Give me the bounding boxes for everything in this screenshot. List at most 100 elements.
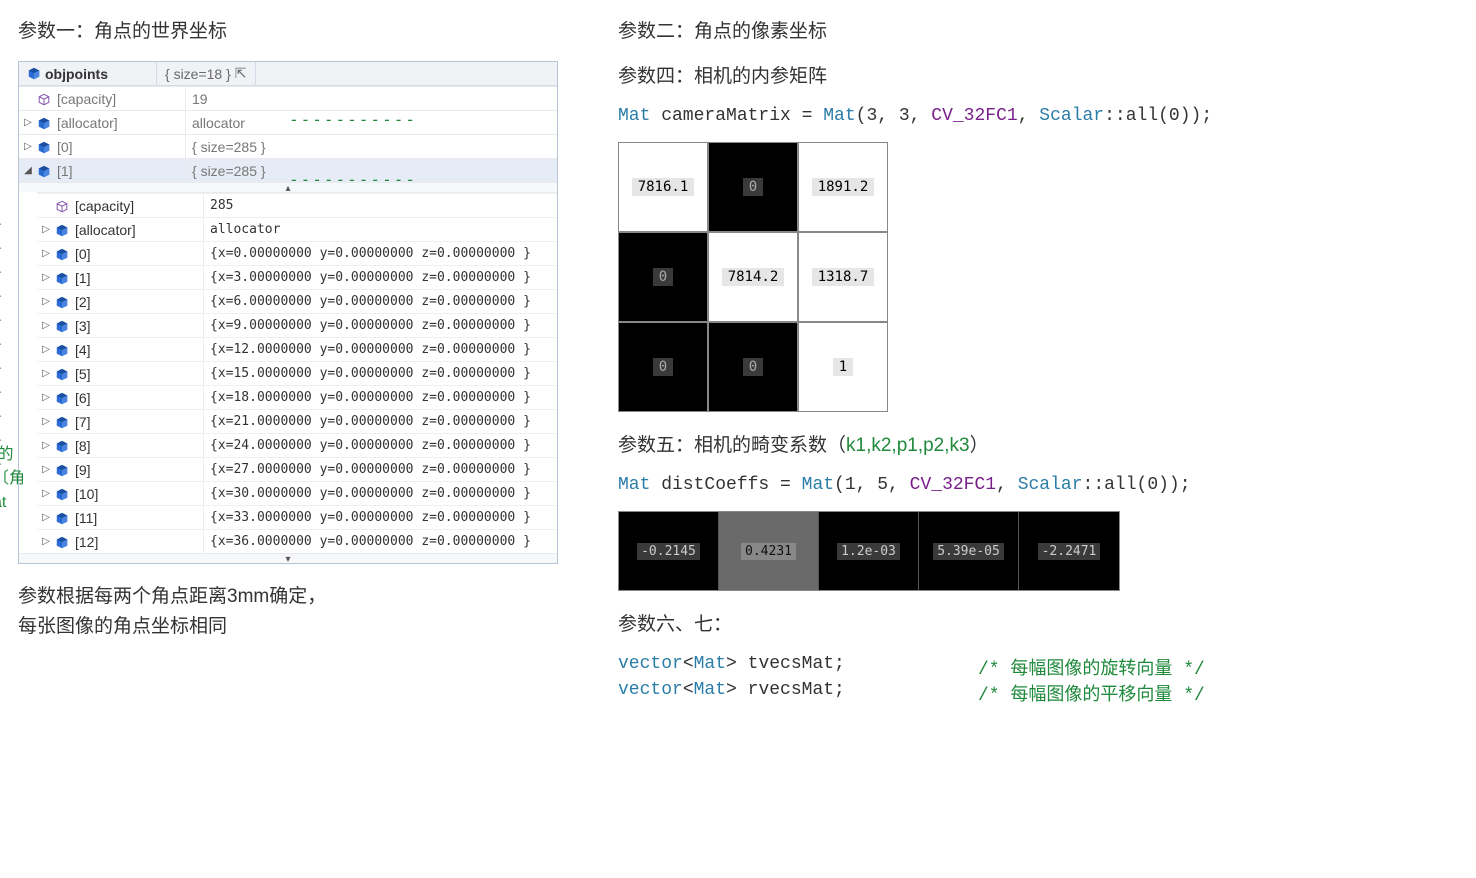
row-index: [4] [73,342,203,358]
cube-icon [55,365,73,381]
expander-icon[interactable]: ▷ [37,488,55,499]
param67-title: 参数六、七： [618,609,1458,636]
camera-matrix-grid: 7816.101891.207814.21318.7001 [618,142,888,412]
debugger-data-row[interactable]: ▷ [4]{x=12.0000000 y=0.00000000 z=0.00000… [37,337,557,361]
tvecs-code: vector<Mat> tvecsMat; /* 每幅图像的旋转向量 */ ve… [618,654,1458,706]
dist-coeff-cell: 1.2e-03 [819,512,919,590]
debugger-data-row[interactable]: ▷[3]{x=9.00000000 y=0.00000000 z=0.00000… [37,313,557,337]
cube-icon [55,341,73,357]
row-index: [10] [73,486,203,502]
debugger-data-row[interactable]: ▷ [2]{x=6.00000000 y=0.00000000 z=0.00000… [37,289,557,313]
expander-icon[interactable]: ▷ [37,536,55,547]
row-index: [2] [73,294,203,310]
collapse-down-arrow[interactable]: ▾ [19,553,557,563]
expander-icon[interactable]: ▷ [37,368,55,379]
expander-icon[interactable]: ▷ [37,320,55,331]
debugger-data-row[interactable]: ▷[8]{x=24.0000000 y=0.00000000 z=0.00000… [37,433,557,457]
debugger-data-row[interactable]: ▷[10]{x=30.0000000 y=0.00000000 z=0.0000… [37,481,557,505]
cam-matrix-cell: 0 [618,232,708,322]
debugger-outer-row[interactable]: [capacity]19 [19,86,557,110]
param1-note: 参数根据每两个角点距离3mm确定， 每张图像的角点坐标相同 [18,582,578,643]
expander-icon[interactable]: ▷ [37,464,55,475]
cam-matrix-cell: 1318.7 [798,232,888,322]
expander-icon[interactable]: ▷ [37,440,55,451]
cube-icon [55,245,73,261]
param2-title: 参数二：角点的像素坐标 [618,16,1458,43]
pin-icon[interactable]: ⇱ [235,65,247,82]
dist-coeffs-grid: -0.21450.42311.2e-035.39e-05-2.2471 [618,511,1120,591]
expander-icon[interactable]: ▷ [37,224,55,235]
debugger-data-row[interactable]: ▷[7]{x=21.0000000 y=0.00000000 z=0.00000… [37,409,557,433]
row-xyz: {x=9.00000000 y=0.00000000 z=0.00000000 … [203,314,557,337]
cube-icon [55,269,73,285]
background-text-fragment: ]的 〔角 at [0,443,25,515]
cube-icon [55,533,73,549]
row-xyz: {x=6.00000000 y=0.00000000 z=0.00000000 … [203,290,557,313]
row-value: 19 [185,87,557,110]
debugger-inner-header-row[interactable]: [capacity]285 [37,193,557,217]
cube-icon [37,138,55,154]
cube-icon [55,413,73,429]
param1-title: 参数一：角点的世界坐标 [18,16,578,43]
dist-coeff-cell: -0.2145 [619,512,719,590]
row-value: { size=285 } [185,135,557,158]
dist-coeff-cell: -2.2471 [1019,512,1119,590]
debugger-outer-row[interactable]: ▷[allocator]allocator [19,110,557,134]
debugger-inner-header-row[interactable]: ▷[allocator]allocator [37,217,557,241]
dist-coeffs-code: Mat distCoeffs = Mat(1, 5, CV_32FC1, Sca… [618,475,1458,495]
cam-matrix-cell: 1 [798,322,888,412]
cam-matrix-cell: 1891.2 [798,142,888,232]
debugger-data-row[interactable]: ▷ [12]{x=36.0000000 y=0.00000000 z=0.0000… [37,529,557,553]
debugger-data-row[interactable]: ▷[1]{x=3.00000000 y=0.00000000 z=0.00000… [37,265,557,289]
row-index: [5] [73,366,203,382]
row-name: [allocator] [55,115,185,131]
expander-icon[interactable]: ▷ [37,344,55,355]
camera-matrix-code: Mat cameraMatrix = Mat(3, 3, CV_32FC1, S… [618,106,1458,126]
cube-icon [37,90,55,106]
param4-title: 参数四：相机的内参矩阵 [618,61,1458,88]
expander-icon[interactable]: ▷ [19,141,37,152]
expander-icon[interactable]: ▷ [37,512,55,523]
debugger-data-row[interactable]: ▷[0]{x=0.00000000 y=0.00000000 z=0.00000… [37,241,557,265]
debugger-outer-row[interactable]: ▷[0]{ size=285 } [19,134,557,158]
expander-icon[interactable]: ▷ [19,117,37,128]
debugger-data-row[interactable]: ▷[6]{x=18.0000000 y=0.00000000 z=0.00000… [37,385,557,409]
dash-decoration-top: ----------- [289,110,417,129]
row-xyz: {x=18.0000000 y=0.00000000 z=0.00000000 … [203,386,557,409]
debugger-outer-row[interactable]: ◢[1]{ size=285 } [19,158,557,182]
row-xyz: {x=36.0000000 y=0.00000000 z=0.00000000 … [203,530,557,553]
cube-icon [37,114,55,130]
dist-coeff-cell: 0.4231 [719,512,819,590]
expander-icon[interactable]: ▷ [37,416,55,427]
collapse-up-arrow[interactable]: ▴ [19,182,557,192]
cam-matrix-cell: 7814.2 [708,232,798,322]
dash-decoration-bottom: ----------- [289,170,417,189]
cam-matrix-cell: 0 [618,322,708,412]
row-xyz: {x=3.00000000 y=0.00000000 z=0.00000000 … [203,266,557,289]
cube-icon [37,162,55,178]
row-index: [9] [73,462,203,478]
debugger-data-row[interactable]: ▷[9]{x=27.0000000 y=0.00000000 z=0.00000… [37,457,557,481]
dist-coeff-cell: 5.39e-05 [919,512,1019,590]
row-index: [12] [73,534,203,550]
row-index: [7] [73,414,203,430]
debugger-header[interactable]: objpoints { size=18 } ⇱ [19,62,557,86]
row-xyz: {x=12.0000000 y=0.00000000 z=0.00000000 … [203,338,557,361]
cube-icon [55,221,73,237]
expander-icon[interactable]: ▷ [37,392,55,403]
row-xyz: {x=0.00000000 y=0.00000000 z=0.00000000 … [203,242,557,265]
expander-icon[interactable]: ▷ [37,248,55,259]
row-xyz: {x=33.0000000 y=0.00000000 z=0.00000000 … [203,506,557,529]
cube-icon [55,389,73,405]
expander-icon[interactable]: ◢ [19,165,37,176]
cube-icon [55,197,73,213]
debugger-data-row[interactable]: ▷[11]{x=33.0000000 y=0.00000000 z=0.0000… [37,505,557,529]
row-name: [capacity] [55,91,185,107]
cube-icon [55,437,73,453]
cube-icon [55,509,73,525]
cube-icon [55,461,73,477]
cam-matrix-cell: 0 [708,142,798,232]
debugger-data-row[interactable]: ▷[5]{x=15.0000000 y=0.00000000 z=0.00000… [37,361,557,385]
expander-icon[interactable]: ▷ [37,272,55,283]
expander-icon[interactable]: ▷ [37,296,55,307]
